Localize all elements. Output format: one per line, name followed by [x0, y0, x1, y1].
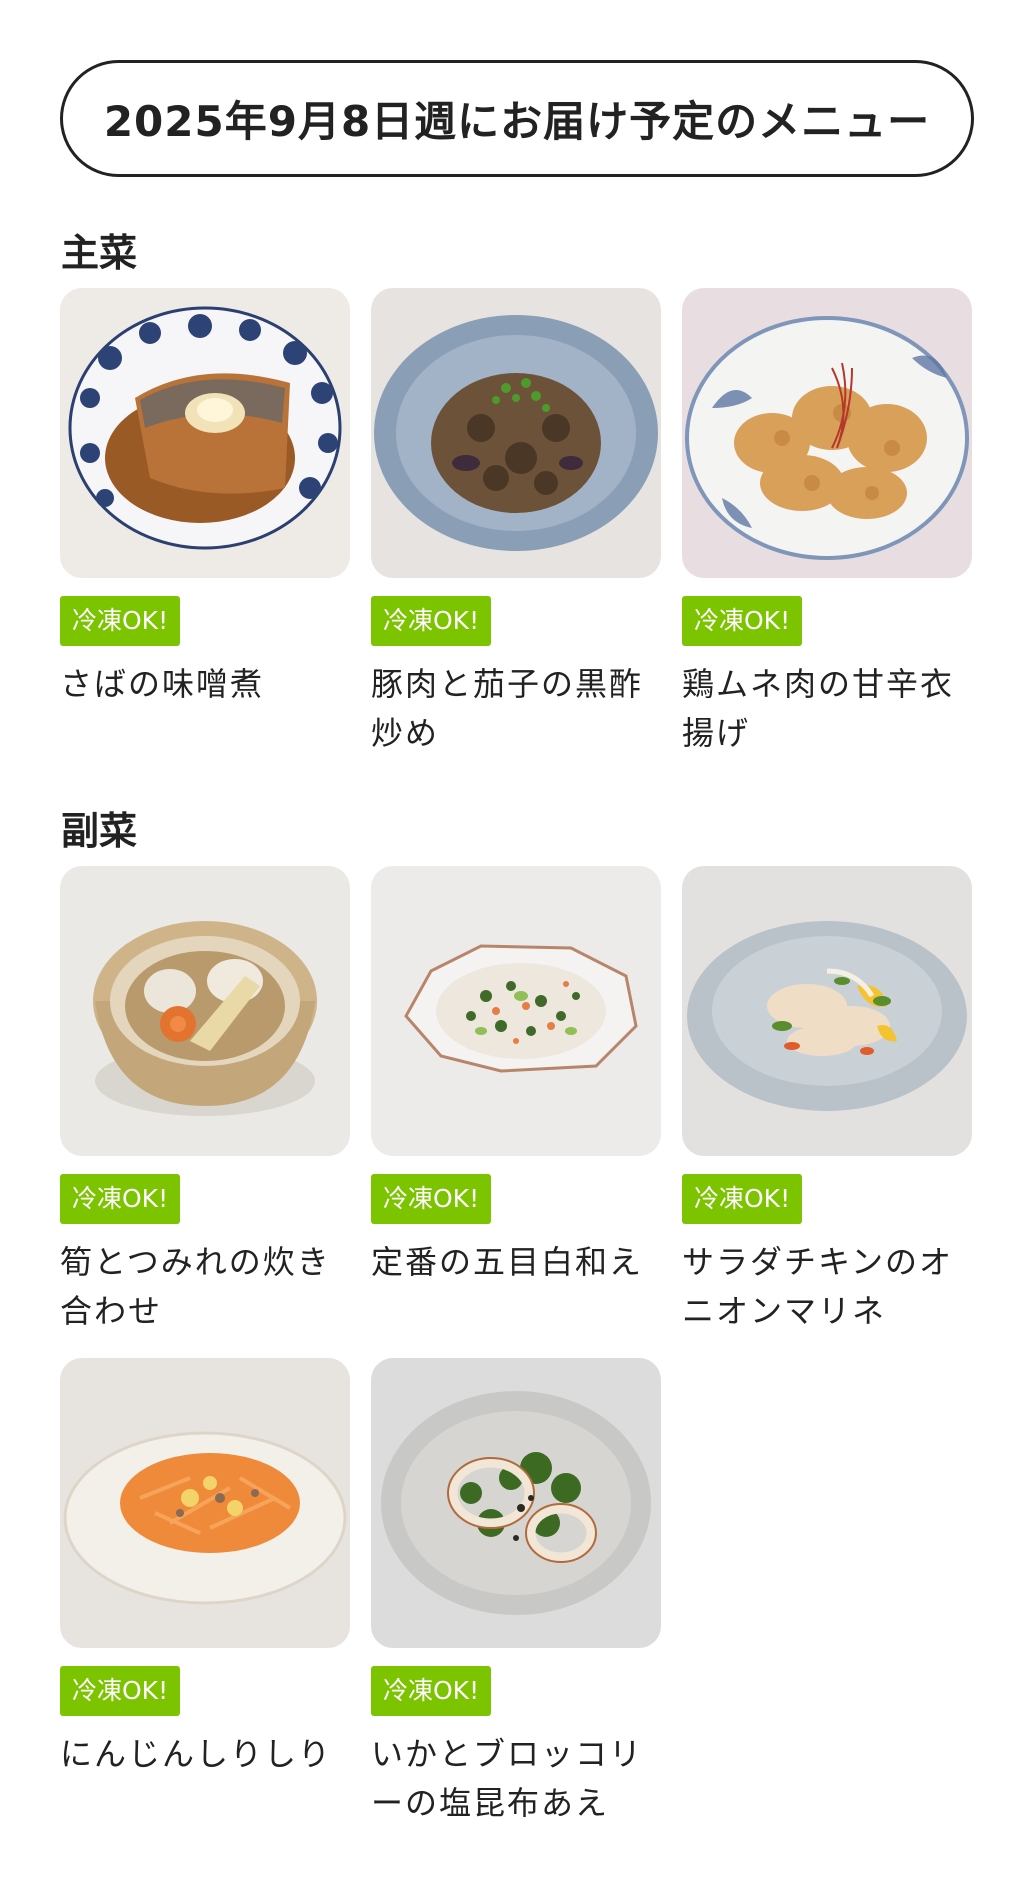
- dish-photo-saba[interactable]: [60, 288, 350, 578]
- dish-photo-squid-broccoli[interactable]: [371, 1358, 661, 1648]
- menu-card-pork-eggplant[interactable]: 冷凍OK! 豚肉と茄子の黒酢炒め: [371, 288, 661, 758]
- dish-photo-pork-eggplant[interactable]: [371, 288, 661, 578]
- menu-card-salad-chicken[interactable]: 冷凍OK! サラダチキンのオニオンマリネ: [682, 866, 972, 1336]
- dish-photo-chicken[interactable]: [682, 288, 972, 578]
- dish-photo-carrot-image: [60, 1358, 350, 1648]
- section-label-side: 副菜: [61, 809, 138, 853]
- dish-photo-shiraae-image: [371, 866, 661, 1156]
- dish-photo-bamboo-image: [60, 866, 350, 1156]
- dish-photo-salad-chicken-image: [682, 866, 972, 1156]
- dish-photo-shiraae[interactable]: [371, 866, 661, 1156]
- dish-name[interactable]: 定番の五目白和え: [371, 1238, 661, 1287]
- freezer-ok-badge: 冷凍OK!: [371, 1174, 492, 1224]
- freezer-ok-badge: 冷凍OK!: [60, 1174, 181, 1224]
- dish-name[interactable]: さばの味噌煮: [60, 660, 350, 709]
- menu-card-shiraae[interactable]: 冷凍OK! 定番の五目白和え: [371, 866, 661, 1287]
- menu-card-chicken[interactable]: 冷凍OK! 鶏ムネ肉の甘辛衣揚げ: [682, 288, 972, 758]
- menu-card-saba[interactable]: 冷凍OK! さばの味噌煮: [60, 288, 350, 709]
- dish-name[interactable]: 鶏ムネ肉の甘辛衣揚げ: [682, 660, 972, 758]
- dish-photo-bamboo[interactable]: [60, 866, 350, 1156]
- dish-photo-chicken-image: [682, 288, 972, 578]
- dish-photo-salad-chicken[interactable]: [682, 866, 972, 1156]
- weekly-menu-page: 2025年9月8日週にお届け予定のメニュー 主菜 冷凍OK! さばの味噌煮 冷凍…: [0, 0, 1035, 1886]
- menu-card-bamboo[interactable]: 冷凍OK! 筍とつみれの炊き合わせ: [60, 866, 350, 1336]
- dish-name[interactable]: 筍とつみれの炊き合わせ: [60, 1238, 350, 1336]
- freezer-ok-badge: 冷凍OK!: [371, 1666, 492, 1716]
- freezer-ok-badge: 冷凍OK!: [682, 596, 803, 646]
- dish-name[interactable]: サラダチキンのオニオンマリネ: [682, 1238, 972, 1336]
- dish-photo-pork-eggplant-image: [371, 288, 661, 578]
- dish-photo-squid-broccoli-image: [371, 1358, 661, 1648]
- dish-name[interactable]: いかとブロッコリーの塩昆布あえ: [371, 1730, 661, 1828]
- dish-name[interactable]: 豚肉と茄子の黒酢炒め: [371, 660, 661, 758]
- dish-photo-saba-image: [60, 288, 350, 578]
- freezer-ok-badge: 冷凍OK!: [371, 596, 492, 646]
- menu-card-carrot[interactable]: 冷凍OK! にんじんしりしり: [60, 1358, 350, 1779]
- section-label-main: 主菜: [61, 231, 138, 275]
- dish-name[interactable]: にんじんしりしり: [60, 1730, 350, 1779]
- freezer-ok-badge: 冷凍OK!: [60, 596, 181, 646]
- menu-week-title: 2025年9月8日週にお届け予定のメニュー: [60, 60, 974, 177]
- dish-photo-carrot[interactable]: [60, 1358, 350, 1648]
- menu-card-squid-broccoli[interactable]: 冷凍OK! いかとブロッコリーの塩昆布あえ: [371, 1358, 661, 1828]
- freezer-ok-badge: 冷凍OK!: [682, 1174, 803, 1224]
- freezer-ok-badge: 冷凍OK!: [60, 1666, 181, 1716]
